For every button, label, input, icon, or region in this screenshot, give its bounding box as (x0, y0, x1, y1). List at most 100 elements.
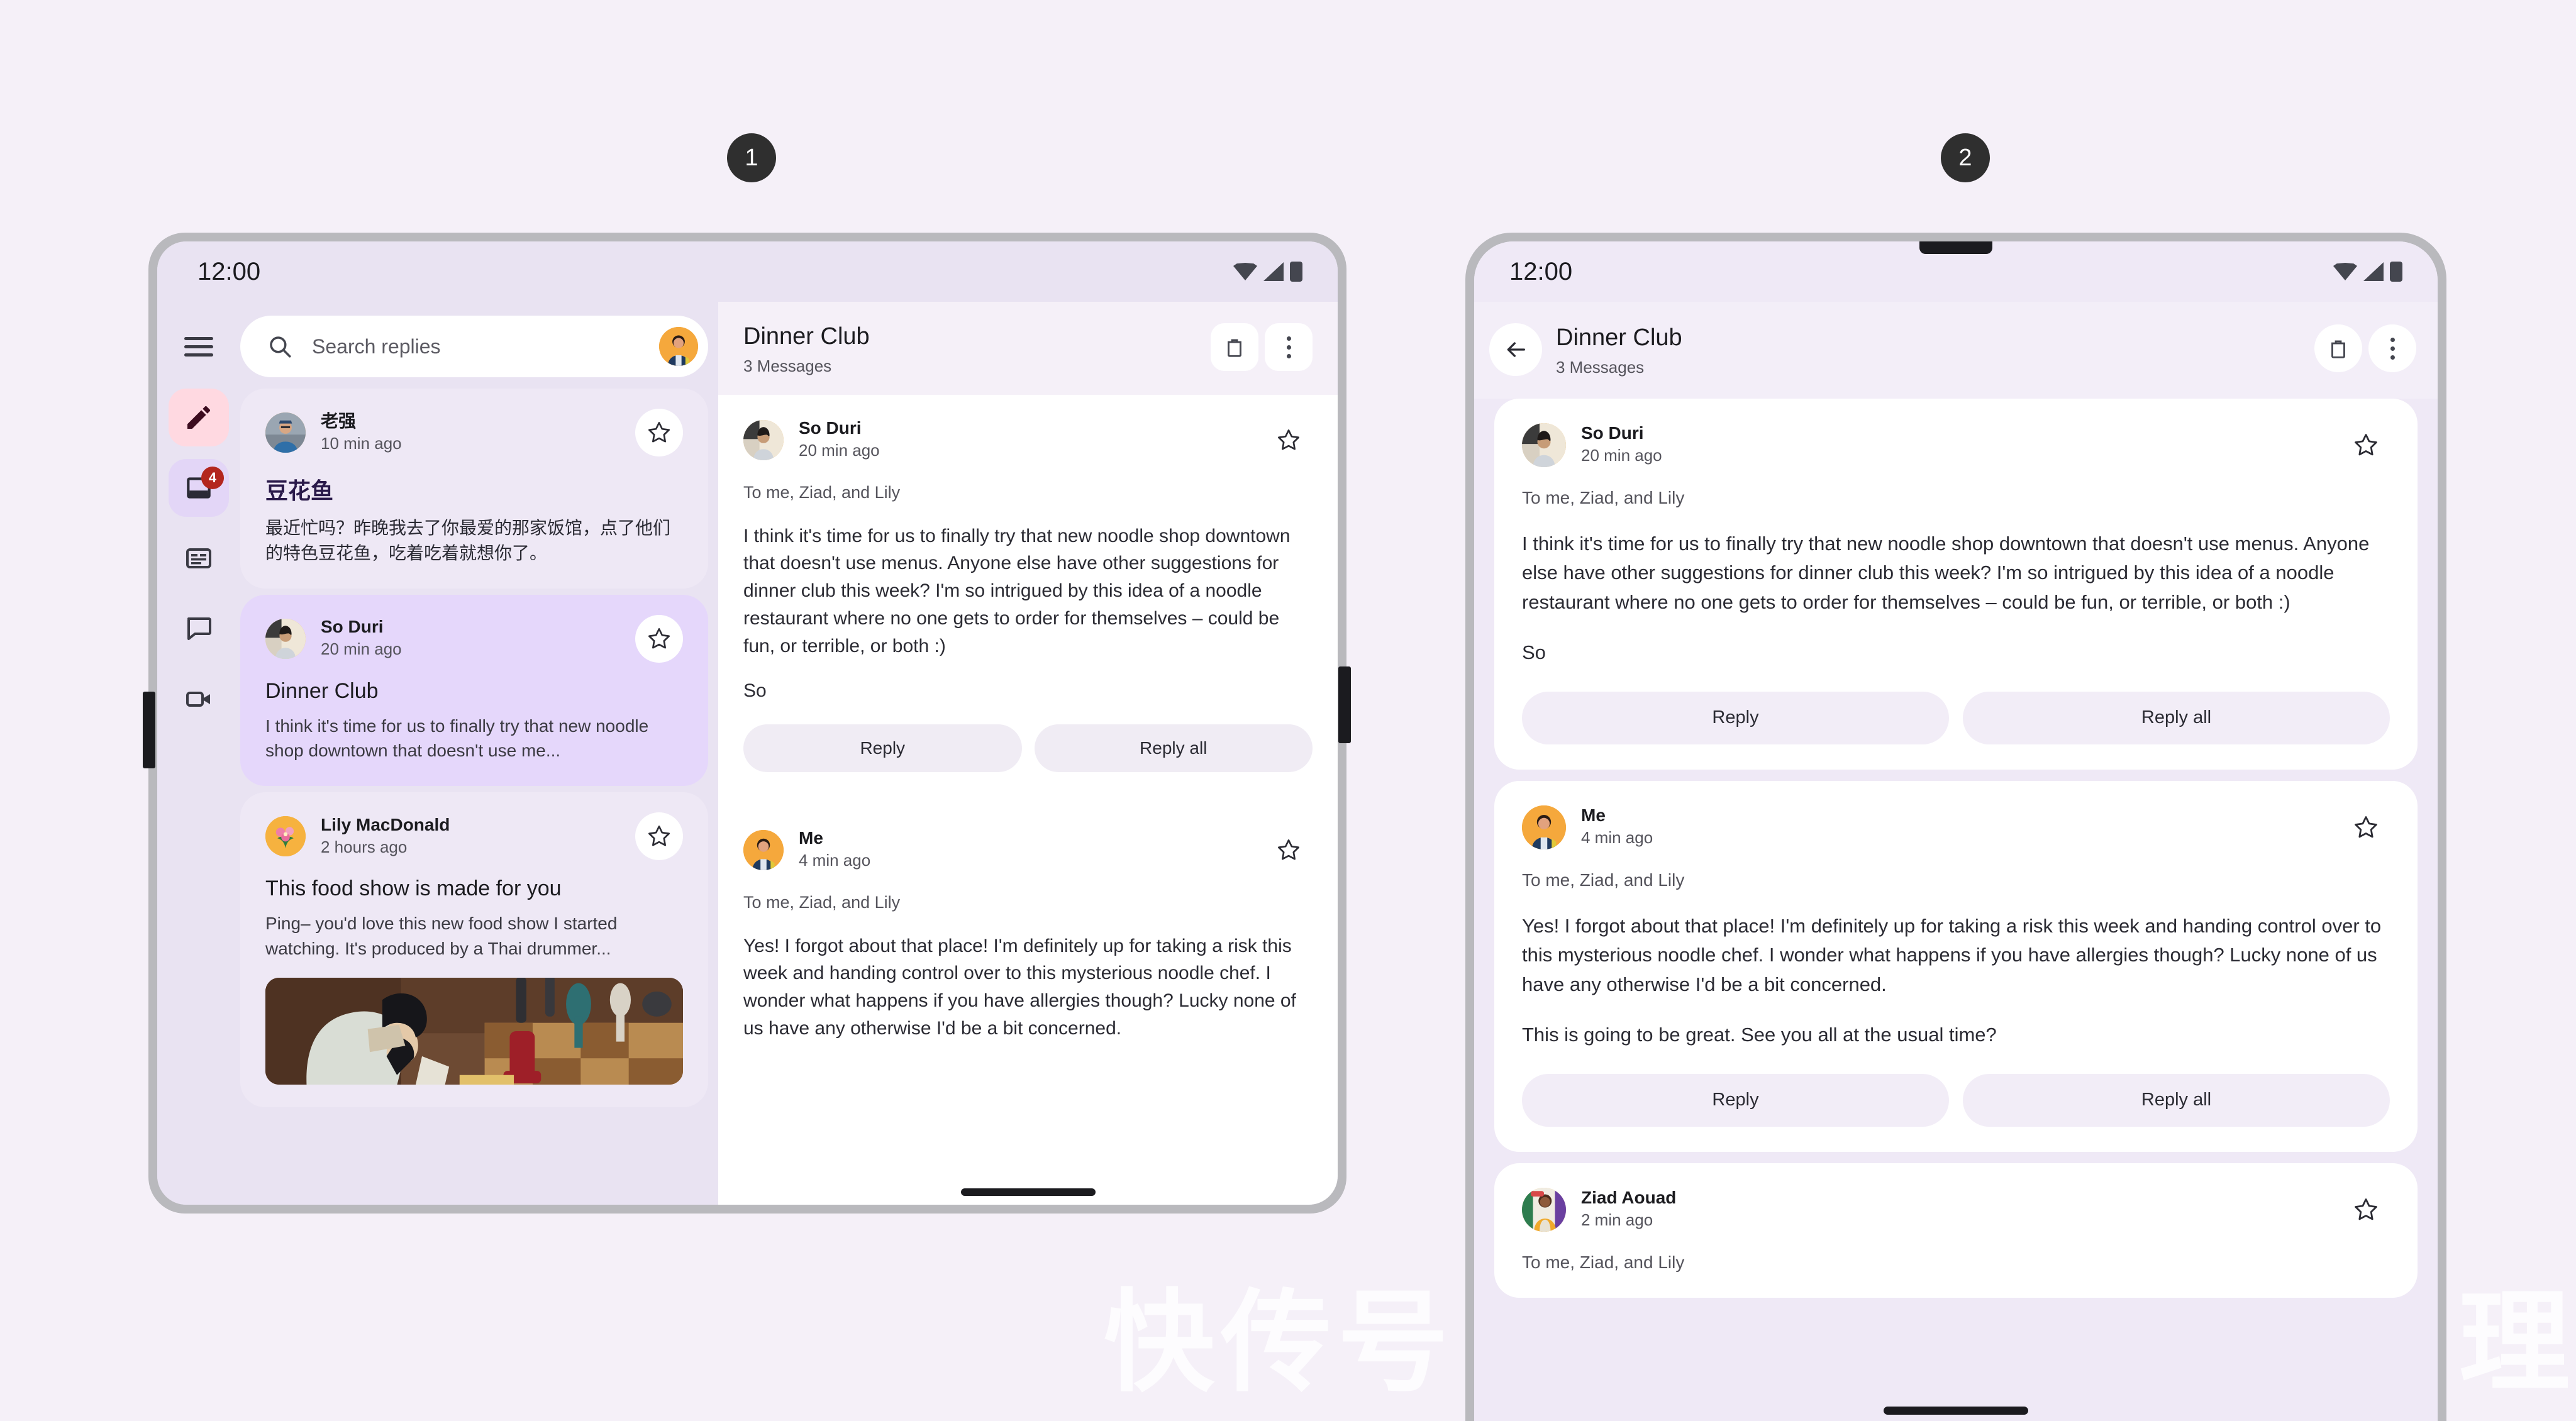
delete-button[interactable] (2314, 324, 2362, 372)
thread-sender: Me (799, 828, 823, 848)
chat-pill (169, 600, 229, 658)
star-button[interactable] (2342, 421, 2390, 469)
list-item[interactable]: So Duri 20 min ago Dinner Club I think i… (240, 594, 708, 786)
reply-all-button[interactable]: Reply all (1963, 1073, 2390, 1127)
navigation-rail: 4 (157, 302, 240, 1205)
sidebar-item-articles[interactable] (157, 523, 240, 594)
delete-button[interactable] (1211, 323, 1258, 371)
tablet-clock: 12:00 (197, 257, 261, 285)
tablet-system-icons (1233, 262, 1302, 282)
message-list[interactable]: 老强 10 min ago 豆花鱼 最近忙吗？昨晚我去了你最爱的那家饭馆，点了他… (240, 389, 708, 1205)
thread-recipients: To me, Ziad, and Lily (1522, 487, 1685, 507)
list-item[interactable]: Lily MacDonald 2 hours ago This food sho… (240, 792, 708, 1107)
reply-all-button[interactable]: Reply all (1963, 691, 2390, 744)
thread-sender: Me (1581, 805, 1606, 826)
signal-icon (2363, 262, 2384, 281)
thread-body: Yes! I forgot about that place! I'm defi… (1522, 914, 2382, 995)
message-count: 3 Messages (743, 356, 832, 375)
sidebar-item-compose[interactable] (157, 382, 240, 453)
list-item-title: Dinner Club (265, 678, 379, 703)
thread-actions: Reply Reply all (743, 724, 1313, 772)
menu-pill (169, 318, 229, 376)
reply-button[interactable]: Reply (743, 724, 1022, 772)
more-options-button[interactable] (2368, 324, 2416, 372)
list-item-header: So Duri 20 min ago (265, 614, 683, 663)
device-side-button-left[interactable] (143, 692, 155, 768)
arrow-left-icon (1507, 342, 1525, 357)
back-button[interactable] (1489, 323, 1542, 376)
articles-pill (169, 529, 229, 587)
battery-icon (1290, 262, 1302, 282)
star-button[interactable] (1265, 416, 1313, 464)
list-item-header: 老强 10 min ago (265, 409, 683, 456)
thread-sender-block: So Duri 20 min ago (799, 418, 1250, 462)
thread-time: 4 min ago (1581, 828, 1653, 848)
tablet-body: 4 Search replies 老强 10 min ago 豆花鱼 最近忙吗？… (157, 302, 1338, 1205)
thread-scroll[interactable]: So Duri 20 min ago To me, Ziad, and Lily… (718, 394, 1338, 1205)
avatar (743, 829, 784, 870)
tablet-panes: Search replies 老强 10 min ago 豆花鱼 最近忙吗？昨晚… (240, 302, 1338, 1205)
hamburger-icon (184, 337, 213, 357)
search-bar[interactable]: Search replies (240, 316, 708, 377)
reply-all-button[interactable]: Reply all (1034, 724, 1313, 772)
step-badge-2: 2 (1941, 133, 1990, 182)
star-button[interactable] (1265, 826, 1313, 874)
star-icon (648, 826, 670, 846)
reply-button[interactable]: Reply (1522, 1073, 1949, 1127)
list-item-sender: So Duri (321, 617, 384, 636)
list-item-snippet: Ping– you'd love this new food show I st… (265, 914, 618, 958)
list-item-title: This food show is made for you (265, 876, 562, 900)
thread-sender-block: So Duri 20 min ago (1581, 423, 2327, 467)
device-side-button-right[interactable] (1338, 666, 1351, 743)
list-item[interactable]: 老强 10 min ago 豆花鱼 最近忙吗？昨晚我去了你最爱的那家饭馆，点了他… (240, 389, 708, 589)
thread-recipients: To me, Ziad, and Lily (1522, 870, 1685, 890)
video-pill (169, 670, 229, 728)
star-button[interactable] (2342, 1186, 2390, 1234)
avatar-image (1522, 805, 1566, 849)
more-vertical-icon (2390, 337, 2395, 360)
avatar-image (743, 419, 784, 460)
wifi-icon (1233, 263, 1257, 280)
avatar (1522, 805, 1566, 849)
avatar[interactable] (659, 327, 698, 366)
phone-thread-scroll[interactable]: So Duri 20 min ago To me, Ziad, and Lily… (1474, 398, 2438, 1421)
star-button[interactable] (635, 614, 683, 663)
sidebar-item-video[interactable] (157, 664, 240, 734)
avatar (743, 419, 784, 460)
battery-icon (2390, 262, 2402, 282)
thread-message-header: So Duri 20 min ago (1522, 421, 2390, 469)
thread-message: So Duri 20 min ago To me, Ziad, and Lily… (718, 394, 1338, 796)
star-button[interactable] (635, 812, 683, 860)
thread-sender-block: Me 4 min ago (799, 828, 1250, 871)
thread-message: Ziad Aouad 2 min ago To me, Ziad, and Li… (1494, 1163, 2418, 1298)
reply-button[interactable]: Reply (1522, 691, 1949, 744)
search-input[interactable]: Search replies (312, 335, 640, 358)
sidebar-item-inbox[interactable]: 4 (157, 453, 240, 523)
article-icon (186, 548, 211, 568)
avatar-image (1522, 423, 1566, 467)
message-count: 3 Messages (1556, 357, 1645, 377)
avatar (265, 618, 306, 659)
detail-header-texts: Dinner Club 3 Messages (743, 323, 1211, 376)
message-detail-pane: Dinner Club 3 Messages So Duri 20 min ag… (718, 302, 1338, 1205)
thread-body: I think it's time for us to finally try … (743, 525, 1296, 656)
thread-recipients: To me, Ziad, and Lily (743, 892, 901, 912)
home-indicator (960, 1188, 1096, 1196)
page-title: Dinner Club (743, 323, 870, 350)
phone-system-icons (2333, 262, 2402, 282)
list-item-snippet: 最近忙吗？昨晚我去了你最爱的那家饭馆，点了他们的特色豆花鱼，吃着吃着就想你了。 (265, 518, 671, 563)
more-options-button[interactable] (1265, 323, 1313, 371)
thread-message-header: Me 4 min ago (1522, 804, 2390, 851)
star-button[interactable] (2342, 804, 2390, 851)
sidebar-item-menu[interactable] (157, 312, 240, 382)
star-button[interactable] (635, 409, 683, 456)
avatar (1522, 1187, 1566, 1232)
list-item-image[interactable] (265, 977, 683, 1085)
list-item-header: Lily MacDonald 2 hours ago (265, 812, 683, 860)
screenshot-stage: 1 2 12:00 4 Search replies 老强 10 min ago… (0, 0, 2576, 1421)
inbox-pill: 4 (169, 459, 229, 517)
star-icon (648, 628, 670, 648)
phone-notch (1919, 241, 1992, 254)
sidebar-item-chat[interactable] (157, 594, 240, 664)
list-item-snippet: I think it's time for us to finally try … (265, 716, 649, 761)
